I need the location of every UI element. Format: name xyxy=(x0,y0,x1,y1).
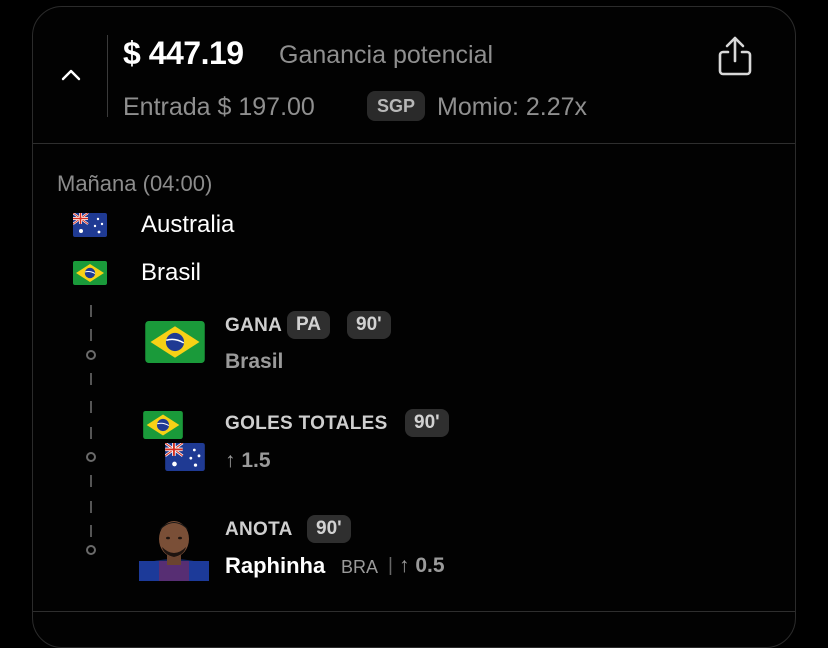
event-date: Mañana (04:00) xyxy=(57,171,213,196)
leg-dot xyxy=(86,452,96,462)
stake-amount: Entrada $ 197.00 xyxy=(123,93,315,121)
brazil-flag-icon xyxy=(73,261,107,285)
connector xyxy=(90,373,92,385)
leg-market: GOLES TOTALES xyxy=(225,413,388,434)
divider xyxy=(107,35,108,117)
connector xyxy=(90,401,92,413)
connector xyxy=(90,501,92,513)
sgp-badge: SGP xyxy=(367,91,426,121)
brazil-flag-icon xyxy=(143,411,183,439)
connector xyxy=(90,329,92,341)
australia-flag-icon xyxy=(73,213,107,237)
connector xyxy=(90,427,92,439)
leg-chip: 90' xyxy=(307,515,351,543)
australia-flag-icon xyxy=(165,443,205,471)
leg-line: ↑ 0.5 xyxy=(399,554,445,577)
leg-chip: PA xyxy=(287,311,330,339)
chevron-up-icon[interactable] xyxy=(59,63,83,87)
leg-selection: ↑ 1.5 xyxy=(225,449,271,472)
player-avatar xyxy=(139,521,209,581)
leg-market: ANOTA xyxy=(225,519,293,540)
leg-market: GANA xyxy=(225,315,283,336)
share-icon[interactable] xyxy=(717,35,753,77)
leg-dot xyxy=(86,545,96,555)
brazil-flag-icon xyxy=(145,321,205,363)
connector xyxy=(90,525,92,537)
team-name-away: Brasil xyxy=(141,259,202,286)
leg-selection: Brasil xyxy=(225,350,284,373)
potential-payout: $ 447.19 xyxy=(123,35,244,71)
payout-label: Ganancia potencial xyxy=(279,41,494,69)
player-team: BRA xyxy=(341,557,379,577)
player-name: Raphinha xyxy=(225,553,326,578)
bet-header: $ 447.19 Ganancia potencial Entrada $ 19… xyxy=(33,7,795,144)
separator: | xyxy=(388,555,393,576)
divider xyxy=(33,611,795,612)
leg-chip: 90' xyxy=(405,409,449,437)
team-name-home: Australia xyxy=(141,211,235,238)
leg-dot xyxy=(86,350,96,360)
connector xyxy=(90,475,92,487)
odds-value: Momio: 2.27x xyxy=(437,93,588,121)
bet-card: $ 447.19 Ganancia potencial Entrada $ 19… xyxy=(32,6,796,648)
leg-chip: 90' xyxy=(347,311,391,339)
connector xyxy=(90,305,92,317)
